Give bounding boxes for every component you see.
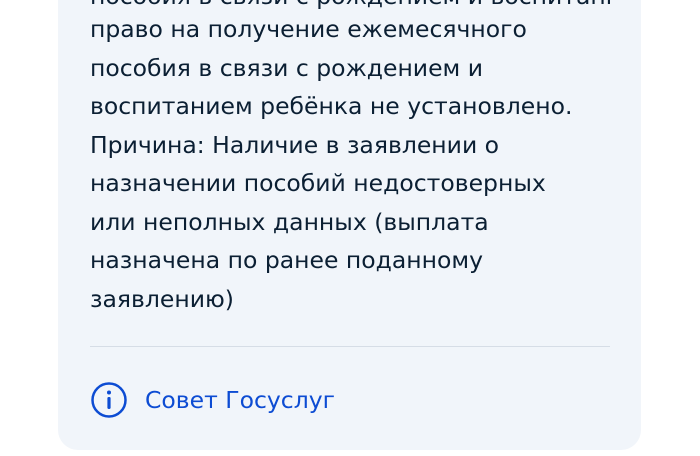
divider [90,346,610,347]
message-text: право на получение ежемесячного пособия … [90,15,573,313]
info-icon [90,381,128,419]
tip-label: Совет Госуслуг [145,386,335,414]
gosuslugi-tip-link[interactable]: Совет Госуслуг [90,380,335,420]
